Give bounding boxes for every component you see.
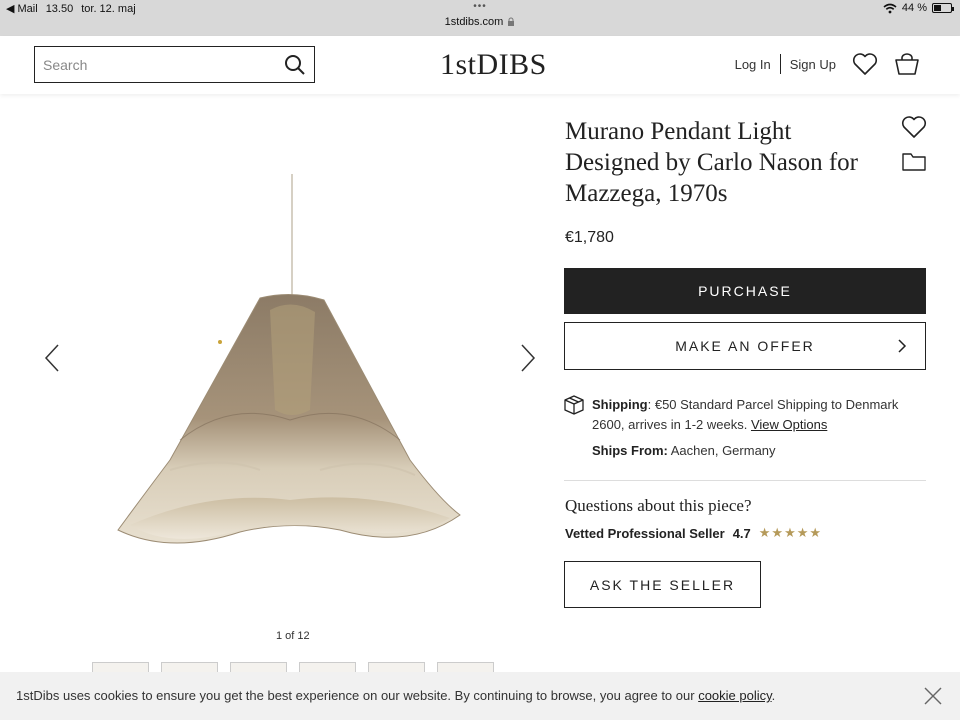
rating-stars-icon: ★★★★★ bbox=[758, 525, 823, 540]
safari-url-area[interactable]: ••• 1stdibs.com bbox=[0, 2, 960, 30]
section-divider bbox=[564, 480, 926, 481]
wifi-icon bbox=[883, 3, 897, 13]
product-title: Murano Pendant Light Designed by Carlo N… bbox=[565, 118, 858, 207]
purchase-button[interactable]: PURCHASE bbox=[564, 268, 926, 314]
favorite-heart-icon[interactable] bbox=[901, 115, 927, 144]
ask-seller-button[interactable]: ASK THE SELLER bbox=[564, 561, 761, 608]
search-icon[interactable] bbox=[284, 54, 306, 81]
cookie-end: . bbox=[771, 688, 776, 703]
status-right: 44 % bbox=[883, 2, 954, 14]
product-image[interactable] bbox=[110, 170, 470, 555]
favorites-heart-icon[interactable] bbox=[852, 52, 878, 76]
shipping-info: Shipping: €50 Standard Parcel Shipping t… bbox=[592, 395, 912, 435]
header-actions: Log In Sign Up bbox=[735, 52, 920, 76]
seller-name[interactable]: Vetted Professional Seller bbox=[565, 526, 725, 541]
site-logo[interactable]: 1stDIBS bbox=[440, 50, 547, 80]
cookie-message: 1stDibs uses cookies to ensure you get t… bbox=[16, 688, 775, 703]
site-header: 1stDIBS Log In Sign Up bbox=[0, 36, 960, 94]
divider bbox=[779, 54, 781, 74]
package-icon bbox=[564, 395, 584, 420]
url-text: 1stdibs.com bbox=[444, 16, 504, 28]
chevron-right-icon bbox=[897, 338, 907, 357]
shopping-bag-icon[interactable] bbox=[894, 52, 920, 76]
battery-percent: 44 % bbox=[901, 2, 927, 14]
lock-icon bbox=[508, 17, 515, 26]
ships-from-value: Aachen, Germany bbox=[670, 443, 776, 458]
ask-seller-label: ASK THE SELLER bbox=[589, 576, 736, 593]
battery-icon bbox=[932, 3, 954, 13]
questions-heading: Questions about this piece? bbox=[565, 496, 752, 515]
search-input[interactable] bbox=[35, 55, 275, 74]
make-offer-button[interactable]: MAKE AN OFFER bbox=[564, 322, 926, 370]
gallery-prev-arrow[interactable] bbox=[44, 343, 60, 378]
cookie-text: 1stDibs uses cookies to ensure you get t… bbox=[16, 688, 699, 703]
cookie-banner: 1stDibs uses cookies to ensure you get t… bbox=[0, 672, 960, 720]
shipping-label: Shipping bbox=[592, 397, 648, 412]
signup-link[interactable]: Sign Up bbox=[790, 57, 836, 72]
close-icon[interactable] bbox=[923, 686, 943, 709]
ios-status-bar: ◀ Mail 13.50 tor. 12. maj ••• 1stdibs.co… bbox=[0, 0, 960, 36]
seller-info: Vetted Professional Seller 4.7 ★★★★★ bbox=[565, 525, 822, 541]
ships-from-label: Ships From: bbox=[592, 443, 668, 458]
ships-from: Ships From: Aachen, Germany bbox=[592, 443, 776, 458]
gallery-next-arrow[interactable] bbox=[520, 343, 536, 378]
save-to-folder-icon[interactable] bbox=[901, 150, 927, 177]
image-counter: 1 of 12 bbox=[276, 630, 310, 642]
cookie-policy-link[interactable]: cookie policy bbox=[698, 688, 771, 703]
view-options-link[interactable]: View Options bbox=[751, 417, 827, 432]
seller-rating: 4.7 bbox=[732, 525, 751, 541]
product-price: €1,780 bbox=[565, 229, 614, 246]
purchase-label: PURCHASE bbox=[698, 283, 792, 299]
more-dots-icon[interactable]: ••• bbox=[0, 2, 960, 12]
offer-label: MAKE AN OFFER bbox=[675, 338, 815, 354]
login-link[interactable]: Log In bbox=[735, 57, 771, 72]
search-box[interactable] bbox=[34, 46, 315, 83]
